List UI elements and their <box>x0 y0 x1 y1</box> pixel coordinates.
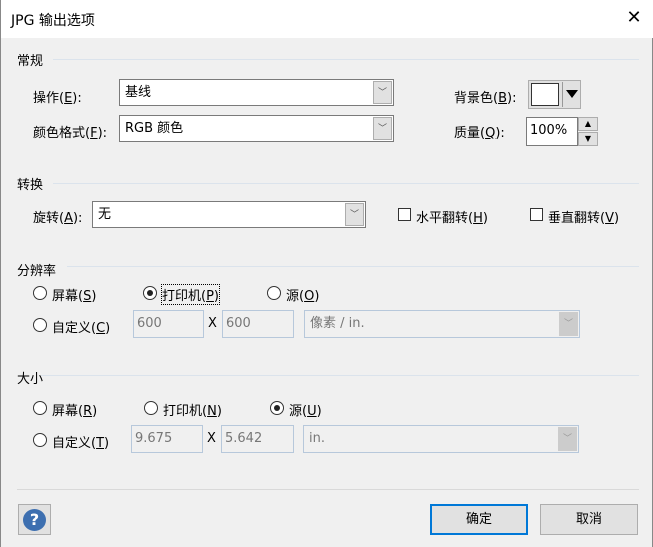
size-unit-value: in. <box>309 431 325 446</box>
size-unit-select[interactable]: in. ﹀ <box>303 425 579 453</box>
close-icon[interactable]: ✕ <box>623 6 645 30</box>
group-resolution-title: 分辨率 <box>17 264 57 279</box>
spin-up-icon[interactable]: ▲ <box>578 117 598 131</box>
group-transform-title: 转换 <box>17 178 44 193</box>
help-icon: ? <box>23 509 46 531</box>
rotation-select[interactable]: 无 ﹀ <box>92 201 366 228</box>
divider <box>562 82 563 107</box>
spin-down-icon[interactable]: ▼ <box>578 132 598 146</box>
operation-label: 操作(E): <box>33 91 82 106</box>
rotation-value: 无 <box>98 207 112 222</box>
flip-vertical-checkbox[interactable] <box>530 208 543 221</box>
flip-horizontal-checkbox[interactable] <box>398 208 411 221</box>
resolution-unit-select[interactable]: 像素 / in. ﹀ <box>304 310 580 338</box>
resolution-printer-radio[interactable] <box>143 286 157 300</box>
divider <box>41 375 639 376</box>
chevron-down-icon: ﹀ <box>345 203 364 226</box>
resolution-height-input[interactable]: 600 <box>222 310 294 338</box>
chevron-down-icon: ﹀ <box>559 312 578 336</box>
title-bar <box>1 0 653 38</box>
resolution-printer-label: 打印机(P) <box>161 284 220 305</box>
group-general-title: 常规 <box>17 54 44 69</box>
color-swatch <box>531 83 559 106</box>
rotation-label: 旋转(A): <box>33 211 83 226</box>
size-screen-radio[interactable] <box>33 401 47 415</box>
background-color-button[interactable] <box>528 80 581 109</box>
resolution-source-label: 源(O) <box>286 289 320 304</box>
flip-horizontal-label: 水平翻转(H) <box>416 211 488 226</box>
group-size-title: 大小 <box>17 372 44 387</box>
size-screen-label: 屏幕(R) <box>52 404 98 419</box>
resolution-screen-label: 屏幕(S) <box>52 289 97 304</box>
size-source-label: 源(U) <box>289 404 322 419</box>
divider <box>53 183 639 184</box>
cancel-button[interactable]: 取消 <box>540 504 638 535</box>
resolution-source-radio[interactable] <box>267 286 281 300</box>
divider <box>67 266 639 267</box>
flip-vertical-label: 垂直翻转(V) <box>548 211 620 226</box>
divider <box>53 59 639 60</box>
divider <box>17 489 639 490</box>
color-format-select[interactable]: RGB 颜色 ﹀ <box>119 115 394 142</box>
size-height-input[interactable]: 5.642 <box>221 425 294 453</box>
size-width-input[interactable]: 9.675 <box>131 425 203 453</box>
size-custom-radio[interactable] <box>33 433 47 447</box>
times-label: X <box>208 316 217 331</box>
color-format-label: 颜色格式(F): <box>33 126 108 141</box>
size-printer-radio[interactable] <box>144 401 158 415</box>
quality-input[interactable]: 100% <box>526 117 578 146</box>
operation-select[interactable]: 基线 ﹀ <box>119 79 394 106</box>
operation-value: 基线 <box>125 85 152 100</box>
chevron-down-icon: ﹀ <box>373 81 392 104</box>
size-custom-label: 自定义(T) <box>52 436 110 451</box>
chevron-down-icon: ﹀ <box>558 427 577 451</box>
resolution-screen-radio[interactable] <box>33 286 47 300</box>
chevron-down-icon: ﹀ <box>373 117 392 140</box>
resolution-custom-label: 自定义(C) <box>52 321 111 336</box>
window-title: JPG 输出选项 <box>11 13 95 29</box>
ok-button[interactable]: 确定 <box>430 504 528 535</box>
help-button[interactable]: ? <box>18 504 51 535</box>
times-label: X <box>207 431 216 446</box>
color-format-value: RGB 颜色 <box>125 121 184 136</box>
resolution-width-input[interactable]: 600 <box>133 310 204 338</box>
triangle-down-icon <box>566 90 578 98</box>
size-printer-label: 打印机(N) <box>163 404 222 419</box>
quality-label: 质量(Q): <box>454 126 505 141</box>
resolution-unit-value: 像素 / in. <box>310 316 365 331</box>
resolution-custom-radio[interactable] <box>33 318 47 332</box>
size-source-radio[interactable] <box>270 401 284 415</box>
background-label: 背景色(B): <box>454 91 517 106</box>
